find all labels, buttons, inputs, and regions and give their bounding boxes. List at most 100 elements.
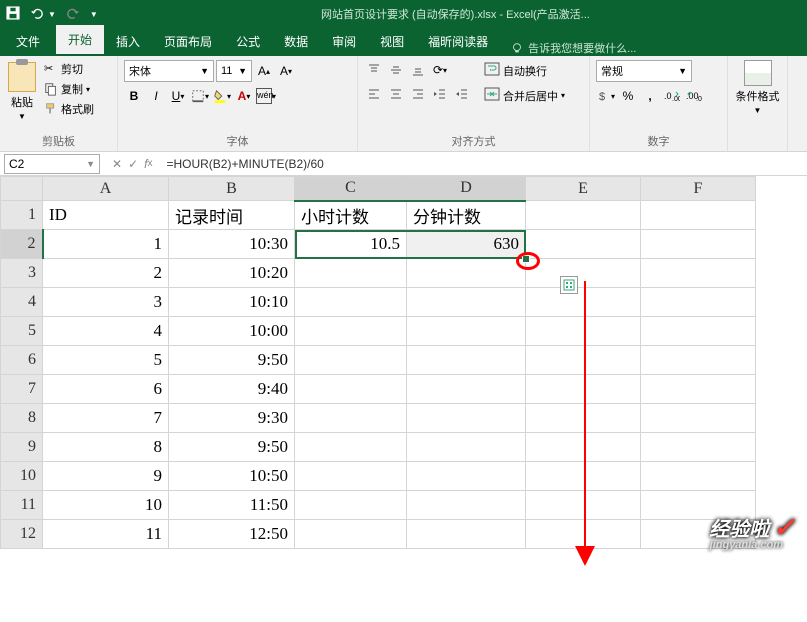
cell[interactable] — [526, 317, 641, 346]
cell-D2[interactable]: 630 — [407, 230, 526, 259]
phonetic-button[interactable]: wén▾ — [256, 86, 276, 106]
column-header-E[interactable]: E — [526, 177, 641, 201]
tab-foxit[interactable]: 福昕阅读器 — [416, 27, 500, 56]
cell[interactable] — [295, 317, 407, 346]
column-header-F[interactable]: F — [641, 177, 756, 201]
cell[interactable] — [641, 230, 756, 259]
align-top-icon[interactable] — [364, 60, 384, 80]
column-header-B[interactable]: B — [169, 177, 295, 201]
cell[interactable] — [295, 288, 407, 317]
cell[interactable] — [641, 201, 756, 230]
increase-decimal-icon[interactable]: .0.00 — [662, 86, 682, 106]
align-middle-icon[interactable] — [386, 60, 406, 80]
row-header[interactable]: 6 — [1, 346, 43, 375]
worksheet[interactable]: A B C D E F 1 ID 记录时间 小时计数 分钟计数 2 1 10:3… — [0, 176, 807, 549]
merge-center-button[interactable]: 合并后居中▾ — [480, 85, 569, 106]
undo-icon[interactable] — [30, 6, 44, 23]
cell[interactable]: 2 — [43, 259, 169, 288]
tab-file[interactable]: 文件 — [0, 27, 56, 56]
row-header[interactable]: 5 — [1, 317, 43, 346]
cell[interactable] — [295, 520, 407, 549]
font-color-button[interactable]: A▾ — [234, 86, 254, 106]
cell[interactable]: ID — [43, 201, 169, 230]
cell[interactable] — [407, 404, 526, 433]
tell-me-search[interactable]: 告诉我您想要做什么... — [510, 40, 636, 56]
cell[interactable]: 记录时间 — [169, 201, 295, 230]
decrease-font-icon[interactable]: A▾ — [276, 61, 296, 81]
orientation-icon[interactable]: ⟳▾ — [430, 60, 450, 80]
font-name-combo[interactable]: 宋体▼ — [124, 60, 214, 82]
cell[interactable] — [641, 462, 756, 491]
border-button[interactable]: ▾ — [190, 86, 210, 106]
tab-view[interactable]: 视图 — [368, 27, 416, 56]
cut-button[interactable]: ✂剪切 — [42, 60, 96, 78]
tab-layout[interactable]: 页面布局 — [152, 27, 224, 56]
copy-button[interactable]: 复制▾ — [42, 80, 96, 98]
row-header-2[interactable]: 2 — [1, 230, 43, 259]
cell[interactable]: 9:50 — [169, 346, 295, 375]
column-header-D[interactable]: D — [407, 177, 526, 201]
cell[interactable]: 12:50 — [169, 520, 295, 549]
percent-icon[interactable]: % — [618, 86, 638, 106]
fx-icon[interactable]: fx — [144, 157, 152, 171]
cell[interactable] — [526, 433, 641, 462]
align-right-icon[interactable] — [408, 84, 428, 104]
cell[interactable] — [641, 433, 756, 462]
tab-review[interactable]: 审阅 — [320, 27, 368, 56]
cell[interactable] — [526, 230, 641, 259]
fill-color-button[interactable]: ▾ — [212, 86, 232, 106]
cell[interactable]: 7 — [43, 404, 169, 433]
cell-C2[interactable]: 10.5 — [295, 230, 407, 259]
conditional-format-button[interactable]: 条件格式 ▼ — [734, 60, 781, 115]
row-header[interactable]: 7 — [1, 375, 43, 404]
save-icon[interactable] — [6, 6, 20, 23]
cell[interactable] — [407, 288, 526, 317]
cell[interactable]: 分钟计数 — [407, 201, 526, 230]
cell[interactable] — [407, 491, 526, 520]
column-header-C[interactable]: C — [295, 177, 407, 201]
cell[interactable] — [526, 375, 641, 404]
select-all-corner[interactable] — [1, 177, 43, 201]
tab-home[interactable]: 开始 — [56, 25, 104, 56]
bold-button[interactable]: B — [124, 86, 144, 106]
cell[interactable]: 5 — [43, 346, 169, 375]
currency-icon[interactable]: $▾ — [596, 86, 616, 106]
qat-customize-icon[interactable]: ▼ — [90, 10, 98, 19]
row-header[interactable]: 9 — [1, 433, 43, 462]
cell[interactable]: 10:10 — [169, 288, 295, 317]
cell[interactable] — [295, 462, 407, 491]
align-bottom-icon[interactable] — [408, 60, 428, 80]
cell[interactable]: 9:50 — [169, 433, 295, 462]
decrease-decimal-icon[interactable]: .00.0 — [684, 86, 704, 106]
italic-button[interactable]: I — [146, 86, 166, 106]
cell[interactable]: 8 — [43, 433, 169, 462]
format-painter-button[interactable]: 格式刷 — [42, 100, 96, 118]
tab-formulas[interactable]: 公式 — [224, 27, 272, 56]
row-header[interactable]: 12 — [1, 520, 43, 549]
cell[interactable] — [526, 346, 641, 375]
cell[interactable]: 10:30 — [169, 230, 295, 259]
increase-indent-icon[interactable] — [452, 84, 472, 104]
row-header[interactable]: 4 — [1, 288, 43, 317]
fill-handle[interactable] — [522, 255, 530, 263]
cell[interactable] — [526, 404, 641, 433]
cell[interactable] — [526, 201, 641, 230]
number-format-combo[interactable]: 常规▼ — [596, 60, 692, 82]
cell[interactable]: 9 — [43, 462, 169, 491]
cell[interactable] — [295, 491, 407, 520]
font-size-combo[interactable]: 11▼ — [216, 60, 252, 82]
undo-dropdown-icon[interactable]: ▼ — [48, 10, 56, 19]
cell[interactable]: 11:50 — [169, 491, 295, 520]
row-header[interactable]: 10 — [1, 462, 43, 491]
cell[interactable] — [407, 317, 526, 346]
row-header[interactable]: 11 — [1, 491, 43, 520]
cell[interactable] — [407, 346, 526, 375]
row-header[interactable]: 3 — [1, 259, 43, 288]
cell[interactable] — [407, 520, 526, 549]
cell[interactable] — [641, 259, 756, 288]
cell[interactable] — [295, 404, 407, 433]
cell[interactable] — [295, 346, 407, 375]
tab-data[interactable]: 数据 — [272, 27, 320, 56]
cell[interactable] — [526, 288, 641, 317]
underline-button[interactable]: U▾ — [168, 86, 188, 106]
